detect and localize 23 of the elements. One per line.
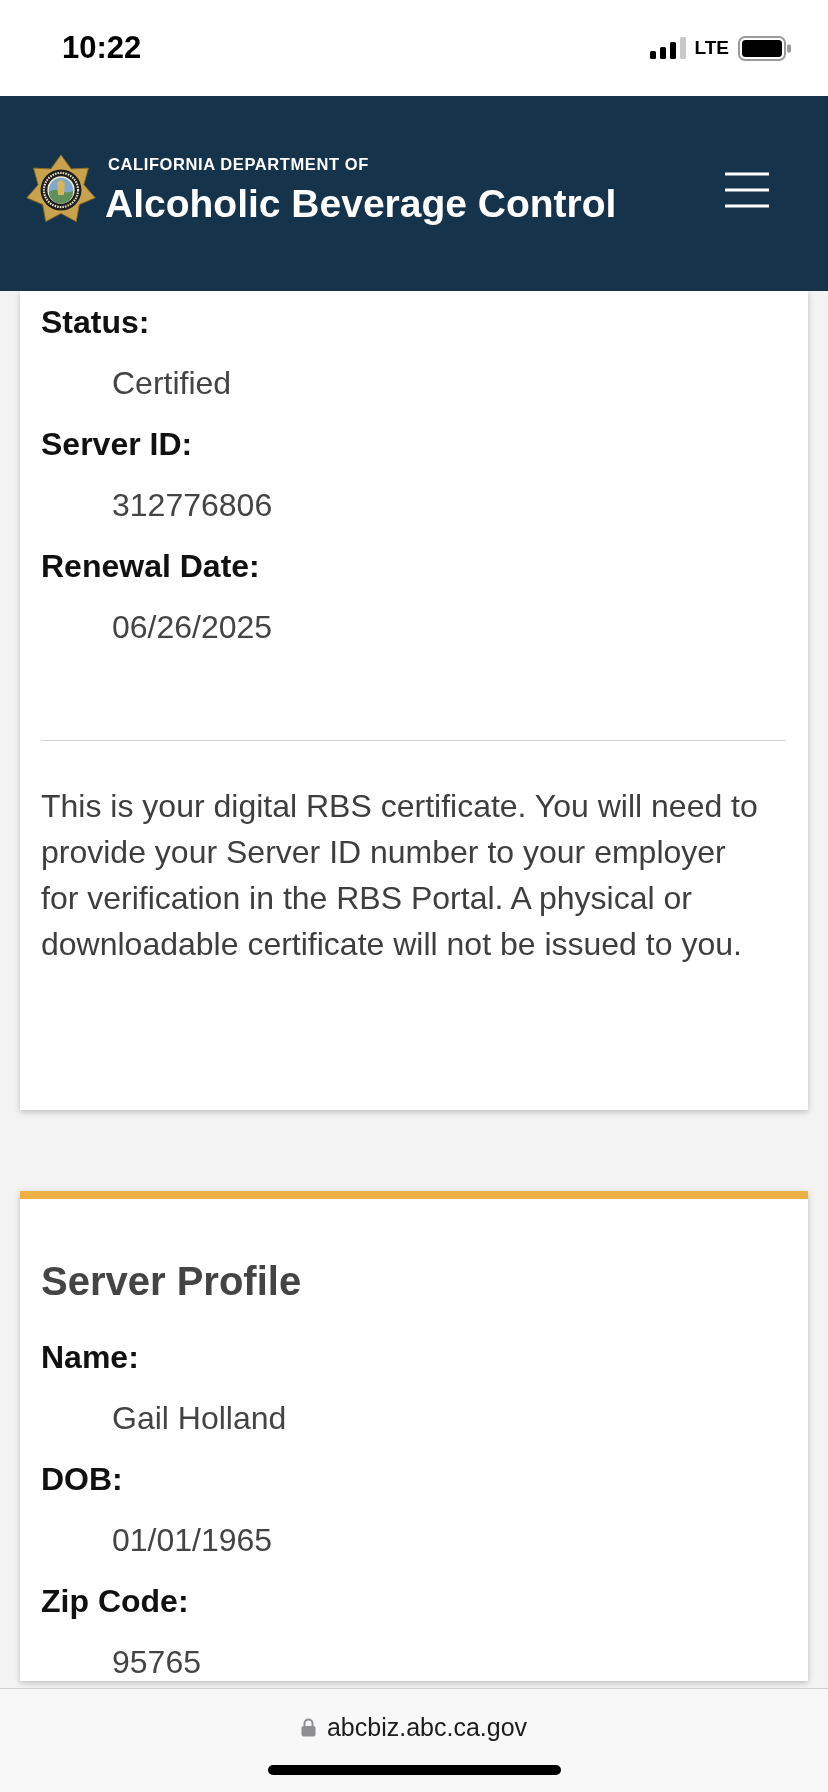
agency-title: Alcoholic Beverage Control (105, 181, 617, 226)
field-value: Gail Holland (112, 1399, 287, 1437)
agency-subtitle: CALIFORNIA DEPARTMENT OF (108, 154, 369, 174)
field-value: 06/26/2025 (112, 608, 273, 646)
field-label: Name: (41, 1338, 139, 1376)
clock-time: 10:22 (62, 30, 142, 66)
field-value: 01/01/1965 (112, 1521, 273, 1559)
field-label: Renewal Date: (41, 547, 260, 585)
address-bar[interactable]: abcbiz.abc.ca.gov (300, 1712, 528, 1742)
field-label: DOB: (41, 1460, 123, 1498)
certificate-notice: This is your digital RBS certificate. You will need to provide your Server ID number to your employer for verification in the RBS Portal. A physical or downloadable certificate will not be issued to you. (41, 787, 759, 964)
signal-icon (649, 37, 686, 59)
field-label: Status: (41, 303, 150, 341)
field-label: Zip Code: (41, 1582, 189, 1620)
field-label: Server ID: (41, 425, 193, 463)
network-type: LTE (694, 37, 729, 59)
lock-icon (300, 1717, 316, 1737)
field-value: Certified (112, 364, 232, 402)
battery-icon (738, 35, 791, 61)
field-value: 95765 (112, 1643, 201, 1681)
section-title: Server Profile (41, 1258, 302, 1305)
field-value: 312776806 (112, 486, 273, 524)
menu-icon (725, 172, 769, 208)
